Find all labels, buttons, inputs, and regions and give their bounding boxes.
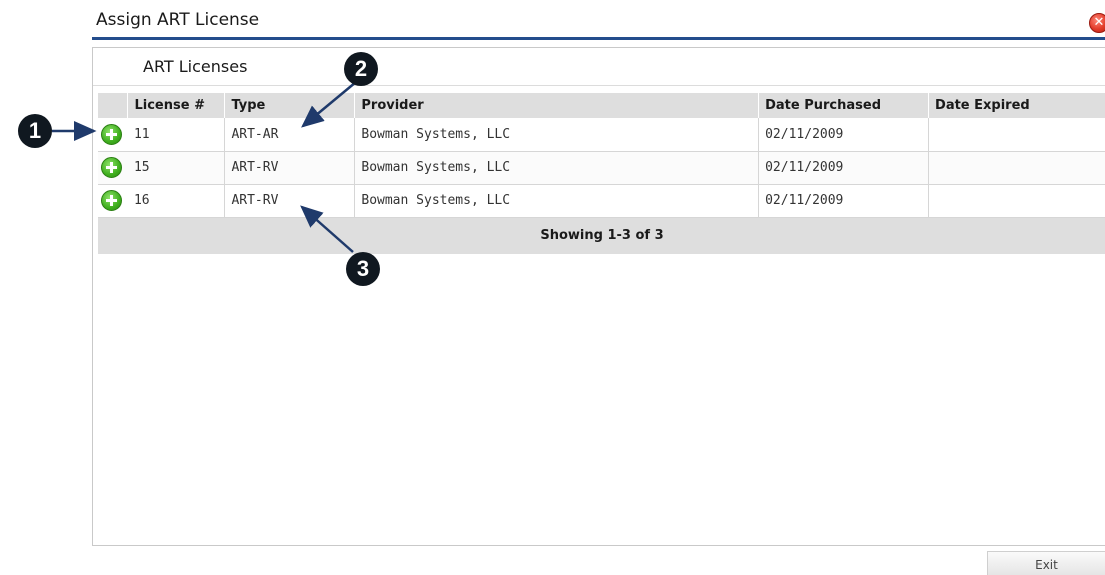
callout-arrow-3 [300, 205, 354, 253]
callout-arrows [52, 81, 357, 253]
callout-badge-2: 2 [344, 52, 378, 86]
callout-arrow-2 [301, 81, 357, 128]
callout-badge-3: 3 [346, 252, 380, 286]
callout-badge-1: 1 [18, 114, 52, 148]
